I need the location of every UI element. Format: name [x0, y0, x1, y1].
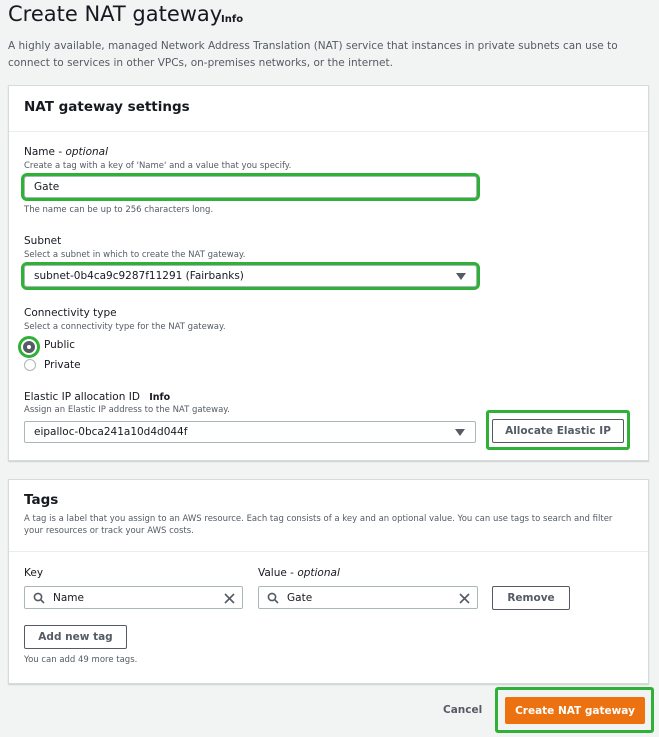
- tag-key-label: Key: [24, 567, 44, 579]
- subnet-hint: Select a subnet in which to create the N…: [24, 250, 246, 260]
- elastic-ip-hint: Assign an Elastic IP address to the NAT …: [24, 405, 230, 415]
- tags-panel: Tags A tag is a label that you assign to…: [8, 479, 649, 684]
- tag-value-label: Value - optional: [258, 567, 340, 579]
- panel-title: NAT gateway settings: [24, 99, 190, 115]
- name-hint: Create a tag with a key of 'Name' and a …: [24, 161, 292, 171]
- name-input[interactable]: Gate: [21, 173, 480, 201]
- search-icon: [33, 592, 45, 604]
- connectivity-label: Connectivity type: [24, 307, 117, 319]
- elastic-ip-label-text: Elastic IP allocation ID: [24, 391, 140, 403]
- elastic-ip-select-value: eipalloc-0bca241a10d4d044f: [34, 426, 188, 438]
- radio-public[interactable]: [18, 336, 40, 358]
- search-icon: [267, 592, 279, 604]
- info-link[interactable]: Info: [221, 14, 243, 25]
- tags-header: Tags A tag is a label that you assign to…: [9, 480, 648, 552]
- add-new-tag-button[interactable]: Add new tag: [24, 625, 127, 649]
- name-input-value: Gate: [34, 181, 60, 193]
- create-nat-gateway-button[interactable]: Create NAT gateway: [505, 697, 645, 724]
- subnet-select[interactable]: subnet-0b4ca9c9287f11291 (Fairbanks): [21, 262, 480, 290]
- radio-public-label[interactable]: Public: [44, 339, 75, 351]
- panel-header: NAT gateway settings: [9, 86, 648, 132]
- tag-key-value: Name: [53, 591, 84, 604]
- tag-value-label-text: Value -: [258, 567, 298, 579]
- radio-private[interactable]: [24, 359, 36, 371]
- tag-value-value: Gate: [287, 591, 313, 604]
- radio-private-label[interactable]: Private: [44, 359, 81, 371]
- elastic-ip-label: Elastic IP allocation ID Info: [24, 391, 170, 403]
- clear-icon[interactable]: [459, 593, 470, 604]
- elastic-ip-info-link[interactable]: Info: [149, 392, 170, 403]
- optional-label: optional: [65, 146, 109, 158]
- optional-label: optional: [297, 567, 340, 579]
- tags-title: Tags: [24, 492, 59, 508]
- remove-tag-button[interactable]: Remove: [492, 586, 570, 610]
- page-description: A highly available, managed Network Addr…: [8, 40, 618, 69]
- name-label: Name - optional: [24, 146, 108, 158]
- dropdown-caret-icon: [455, 429, 465, 436]
- name-label-text: Name -: [24, 146, 66, 158]
- tags-description: A tag is a label that you assign to an A…: [24, 514, 613, 536]
- elastic-ip-select[interactable]: eipalloc-0bca241a10d4d044f: [24, 421, 476, 443]
- nat-gateway-settings-panel: NAT gateway settings Name - optional Cre…: [8, 85, 649, 461]
- cancel-button[interactable]: Cancel: [443, 704, 482, 716]
- subnet-label: Subnet: [24, 235, 62, 247]
- tag-key-input[interactable]: Name: [24, 586, 243, 609]
- tag-value-input[interactable]: Gate: [258, 586, 478, 609]
- subnet-select-value: subnet-0b4ca9c9287f11291 (Fairbanks): [34, 270, 244, 282]
- name-constraint: The name can be up to 256 characters lon…: [24, 205, 214, 215]
- clear-icon[interactable]: [224, 593, 235, 604]
- dropdown-caret-icon: [456, 273, 466, 280]
- page-title: Create NAT gateway: [8, 2, 223, 26]
- allocate-elastic-ip-button[interactable]: Allocate Elastic IP: [492, 419, 624, 443]
- radio-selected-icon: [23, 341, 35, 353]
- tag-limit-note: You can add 49 more tags.: [24, 655, 138, 665]
- connectivity-hint: Select a connectivity type for the NAT g…: [24, 322, 226, 332]
